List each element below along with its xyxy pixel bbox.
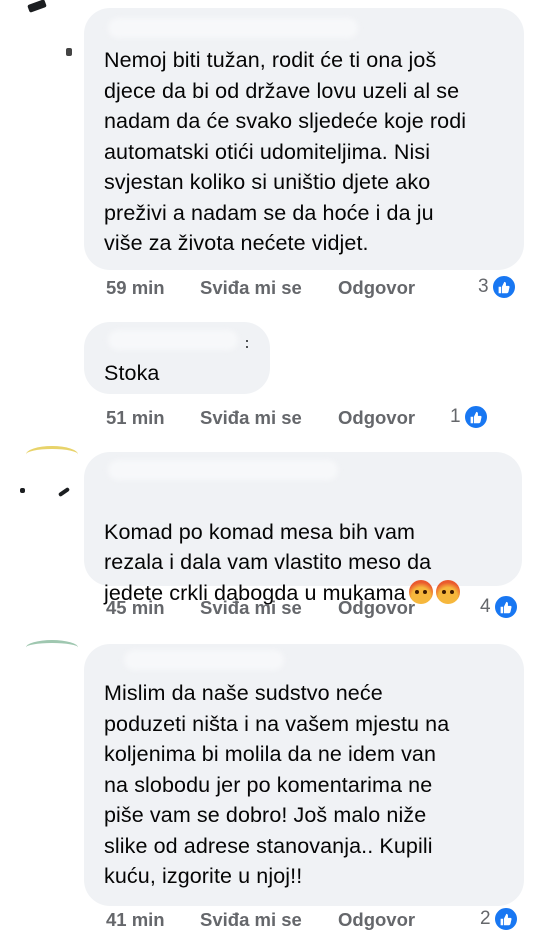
comment-timestamp: 51 min (106, 407, 165, 428)
name-fragment (246, 346, 248, 348)
avatar[interactable] (26, 0, 56, 16)
comment-text: Komad po komad mesa bih vam rezala i dal… (104, 486, 508, 608)
like-icon (492, 594, 519, 620)
comment-meta: 59 min Sviđa mi se Odgovor (106, 276, 415, 300)
comment-text-body: Komad po komad mesa bih vam rezala i dal… (104, 519, 432, 605)
avatar-fragment (66, 48, 72, 56)
like-icon (492, 906, 519, 932)
like-button[interactable]: Sviđa mi se (200, 276, 302, 300)
comment-timestamp: 59 min (106, 277, 165, 298)
reaction-summary[interactable]: 1 (450, 404, 489, 430)
like-icon (462, 404, 489, 430)
reaction-count: 4 (480, 596, 491, 617)
like-icon (490, 274, 517, 300)
comment-bubble: Komad po komad mesa bih vam rezala i dal… (84, 452, 522, 605)
like-button[interactable]: Sviđa mi se (200, 596, 302, 620)
like-button[interactable]: Sviđa mi se (200, 908, 302, 932)
comment-bubble: Stoka (84, 322, 270, 394)
name-fragment (246, 340, 248, 342)
comment-bubble: Nemoj biti tužan, rodit će ti ona još dj… (84, 8, 524, 270)
comment-text: Mislim da naše sudstvo neće poduzeti niš… (104, 681, 450, 888)
reaction-summary[interactable]: 3 (478, 274, 517, 300)
redacted-author-name (108, 330, 238, 350)
reply-button[interactable]: Odgovor (338, 908, 415, 932)
reply-button[interactable]: Odgovor (338, 276, 415, 300)
comment-meta: 45 min Sviđa mi se Odgovor (106, 596, 415, 620)
reaction-summary[interactable]: 4 (480, 594, 519, 620)
avatar[interactable] (20, 446, 82, 506)
redacted-author-name (108, 18, 358, 38)
comment-bubble: Mislim da naše sudstvo neće poduzeti niš… (84, 644, 524, 906)
reply-button[interactable]: Odgovor (338, 596, 415, 620)
comment-timestamp: 45 min (106, 597, 165, 618)
comment-meta: 51 min Sviđa mi se Odgovor (106, 406, 415, 430)
comment-meta: 41 min Sviđa mi se Odgovor (106, 908, 415, 932)
redacted-author-name (108, 460, 338, 480)
reaction-count: 3 (478, 276, 489, 297)
reaction-count: 1 (450, 406, 461, 427)
comment-timestamp: 41 min (106, 909, 165, 930)
comment-text: Nemoj biti tužan, rodit će ti ona još dj… (104, 48, 467, 255)
reaction-summary[interactable]: 2 (480, 906, 519, 932)
reaction-count: 2 (480, 908, 491, 929)
angry-face-icon (435, 579, 460, 604)
reply-button[interactable]: Odgovor (338, 406, 415, 430)
avatar[interactable] (26, 640, 82, 656)
comment-text: Stoka (104, 361, 160, 385)
redacted-author-name (124, 650, 284, 670)
like-button[interactable]: Sviđa mi se (200, 406, 302, 430)
